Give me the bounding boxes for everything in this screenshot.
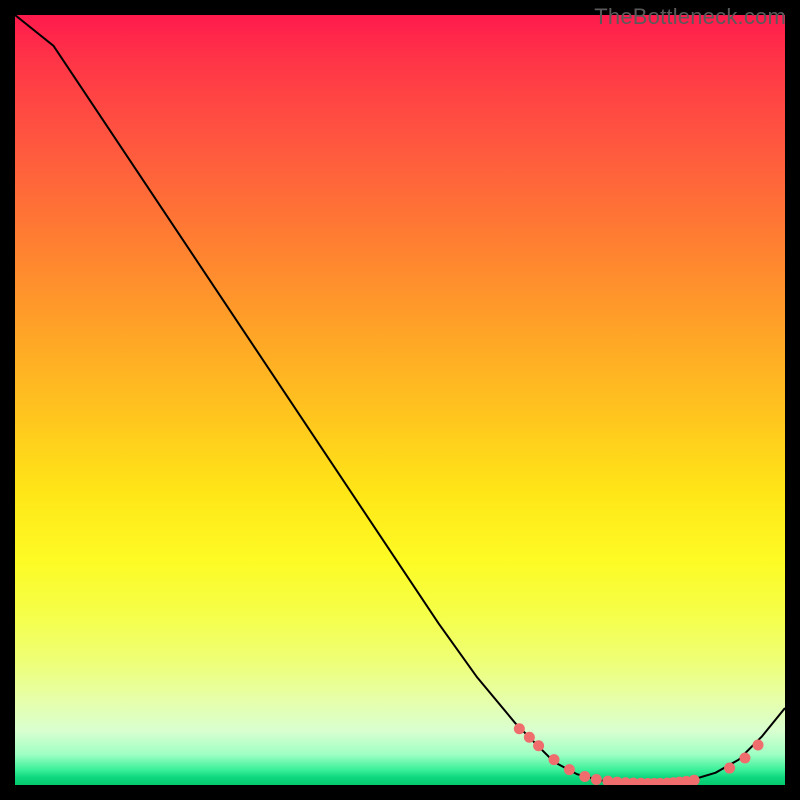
chart-marker xyxy=(612,777,623,785)
chart-marker xyxy=(655,778,666,785)
chart-marker xyxy=(674,777,685,785)
watermark-text: TheBottleneck.com xyxy=(594,4,786,30)
chart-marker xyxy=(753,739,764,750)
chart-marker xyxy=(533,740,544,751)
chart-markers xyxy=(514,723,764,785)
chart-plot-area xyxy=(15,15,785,785)
chart-marker xyxy=(564,764,575,775)
chart-marker xyxy=(549,754,560,765)
chart-marker xyxy=(620,777,631,785)
chart-marker xyxy=(724,763,735,774)
chart-marker xyxy=(524,732,535,743)
chart-svg xyxy=(15,15,785,785)
chart-marker xyxy=(579,771,590,782)
chart-marker xyxy=(668,777,679,785)
chart-marker xyxy=(739,753,750,764)
chart-marker xyxy=(689,775,700,785)
chart-marker xyxy=(649,778,660,785)
chart-line xyxy=(15,15,785,783)
chart-marker xyxy=(662,778,673,785)
chart-marker xyxy=(636,778,647,785)
chart-marker xyxy=(602,776,613,785)
chart-marker xyxy=(681,776,692,785)
chart-marker xyxy=(642,778,653,785)
chart-marker xyxy=(628,778,639,785)
chart-marker xyxy=(514,723,525,734)
chart-marker xyxy=(591,774,602,785)
